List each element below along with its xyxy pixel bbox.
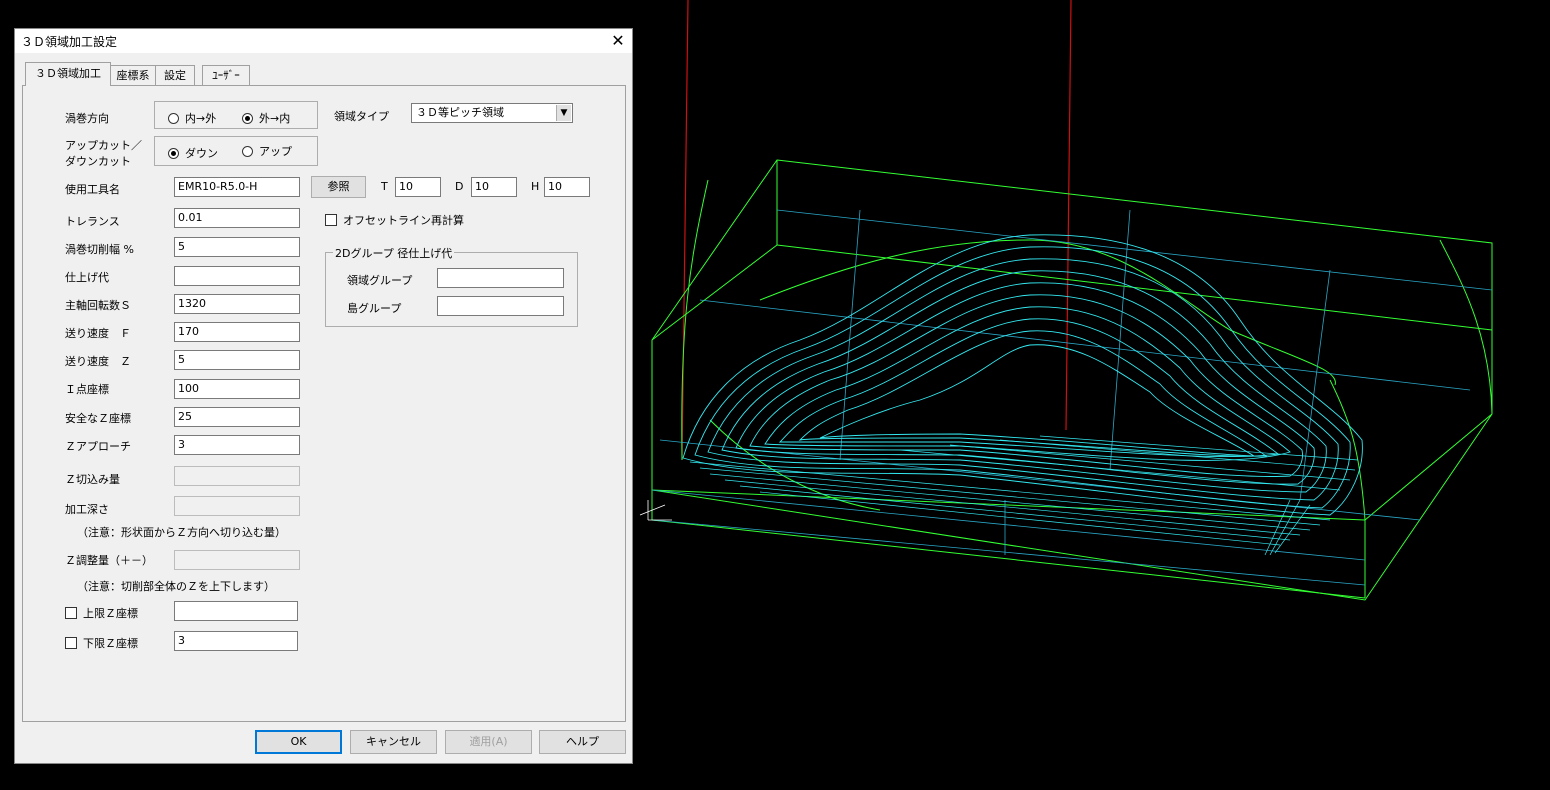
offset-recalc-label: オフセットライン再計算 — [343, 214, 464, 227]
spiral-width-label: 渦巻切削幅 % — [65, 243, 134, 256]
region-type-select[interactable]: ３Ｄ等ピッチ領域 ▼ — [411, 103, 573, 123]
radio-in-out-label: 内→外 — [185, 112, 217, 125]
note-z-adjust: （注意：切削部全体のＺを上下します） — [77, 580, 275, 593]
cut-label-line1: アップカット／ — [65, 139, 142, 152]
island-group-label: 島グループ — [347, 302, 402, 315]
z-approach-label: Ｚアプローチ — [65, 440, 131, 453]
note-depth: （注意：形状面からＺ方向へ切り込む量） — [77, 526, 286, 539]
browse-tool-button[interactable]: 参照 — [311, 176, 366, 198]
axis-lines — [681, 0, 1072, 461]
feed-rate-z-input[interactable]: 5 — [174, 350, 300, 370]
tab-3d-region[interactable]: ３Ｄ領域加工 — [25, 62, 111, 86]
dialog-title: ３Ｄ領域加工設定 — [21, 35, 118, 49]
help-button[interactable]: ヘルプ — [539, 730, 626, 754]
apply-button[interactable]: 適用(A) — [445, 730, 532, 754]
d-label: D — [455, 180, 464, 193]
machining-depth-input — [174, 496, 300, 516]
radio-down-label: ダウン — [185, 147, 218, 160]
cut-label-line2: ダウンカット — [65, 155, 131, 168]
lower-z-label: 下限Ｚ座標 — [83, 637, 138, 650]
lower-z-checkbox[interactable]: 下限Ｚ座標 — [65, 635, 138, 651]
z-depth-label: Ｚ切込み量 — [65, 473, 120, 486]
dialog-titlebar[interactable]: ３Ｄ領域加工設定 ✕ — [15, 29, 632, 53]
ok-button[interactable]: OK — [255, 730, 342, 754]
reference-grid — [651, 209, 1493, 586]
spiral-width-input[interactable]: 5 — [174, 237, 300, 257]
z-adjust-input — [174, 550, 300, 570]
radio-out-in-label: 外→内 — [259, 112, 291, 125]
bounding-box-wireframe — [651, 159, 1493, 601]
upper-z-checkbox[interactable]: 上限Ｚ座標 — [65, 605, 138, 621]
chevron-down-icon[interactable]: ▼ — [556, 105, 571, 121]
spindle-speed-input[interactable]: 1320 — [174, 294, 300, 314]
t-label: T — [381, 180, 388, 193]
finish-allowance-input[interactable] — [174, 266, 300, 286]
tolerance-input[interactable]: 0.01 — [174, 208, 300, 228]
radio-up-cut[interactable]: アップ — [242, 143, 292, 159]
h-input[interactable]: 10 — [544, 177, 590, 197]
tab-panel: 渦巻方向 内→外 外→内 領域タイプ ３Ｄ等ピッチ領域 ▼ アップカット／ ダウ… — [22, 85, 626, 722]
region-group-input[interactable] — [437, 268, 564, 288]
radio-down-cut[interactable]: ダウン — [168, 145, 218, 161]
radio-circle-icon — [168, 112, 179, 124]
safe-z-label: 安全なＺ座標 — [65, 412, 131, 425]
checkbox-icon — [65, 637, 77, 649]
feed-rate-f-label: 送り速度 Ｆ — [65, 327, 131, 340]
tool-name-input[interactable]: EMR10-R5.0-H — [174, 177, 300, 197]
origin-marker — [639, 500, 672, 521]
i-point-input[interactable]: 100 — [174, 379, 300, 399]
checkbox-icon — [325, 214, 337, 226]
region-type-value: ３Ｄ等ピッチ領域 — [416, 106, 504, 119]
tolerance-label: トレランス — [65, 215, 120, 228]
i-point-label: Ｉ点座標 — [65, 383, 109, 396]
upper-z-input[interactable] — [174, 601, 298, 621]
region-group-label: 領域グループ — [347, 274, 413, 287]
t-input[interactable]: 10 — [395, 177, 441, 197]
radio-up-label: アップ — [259, 145, 292, 158]
finish-allowance-label: 仕上げ代 — [65, 271, 109, 284]
close-icon[interactable]: ✕ — [605, 29, 631, 53]
z-approach-input[interactable]: 3 — [174, 435, 300, 455]
spindle-speed-label: 主軸回転数Ｓ — [65, 299, 131, 312]
spiral-direction-label: 渦巻方向 — [65, 112, 109, 125]
z-depth-input — [174, 466, 300, 486]
cancel-button[interactable]: キャンセル — [350, 730, 437, 754]
tab-coordinate[interactable]: 座標系 — [110, 65, 156, 85]
h-label: H — [531, 180, 540, 193]
island-group-input[interactable] — [437, 296, 564, 316]
region-machining-dialog: ３Ｄ領域加工設定 ✕ ３Ｄ領域加工 座標系 設定 ﾕｰｻﾞｰ 渦巻方向 内→外 … — [14, 28, 633, 764]
radio-selected-icon — [168, 147, 179, 159]
d-input[interactable]: 10 — [471, 177, 517, 197]
radio-in-out[interactable]: 内→外 — [168, 110, 216, 126]
region-type-label: 領域タイプ — [334, 110, 389, 123]
tab-settings[interactable]: 設定 — [155, 65, 195, 85]
tab-user[interactable]: ﾕｰｻﾞｰ — [202, 65, 250, 85]
tool-name-label: 使用工具名 — [65, 183, 120, 196]
radio-out-in[interactable]: 外→内 — [242, 110, 290, 126]
toolpath-contours — [682, 234, 1363, 516]
safe-z-input[interactable]: 25 — [174, 407, 300, 427]
feed-rate-f-input[interactable]: 170 — [174, 322, 300, 342]
z-adjust-label: Ｚ調整量（＋－） — [65, 554, 153, 567]
upper-z-label: 上限Ｚ座標 — [83, 607, 138, 620]
checkbox-icon — [65, 607, 77, 619]
radio-selected-icon — [242, 112, 253, 124]
lower-z-input[interactable]: 3 — [174, 631, 298, 651]
radio-circle-icon — [242, 145, 253, 157]
group-2d-title: 2Dグループ 径仕上げ代 — [333, 245, 455, 261]
feed-rate-z-label: 送り速度 Ｚ — [65, 355, 131, 368]
machining-depth-label: 加工深さ — [65, 503, 109, 516]
offset-recalc-checkbox[interactable]: オフセットライン再計算 — [325, 212, 464, 228]
